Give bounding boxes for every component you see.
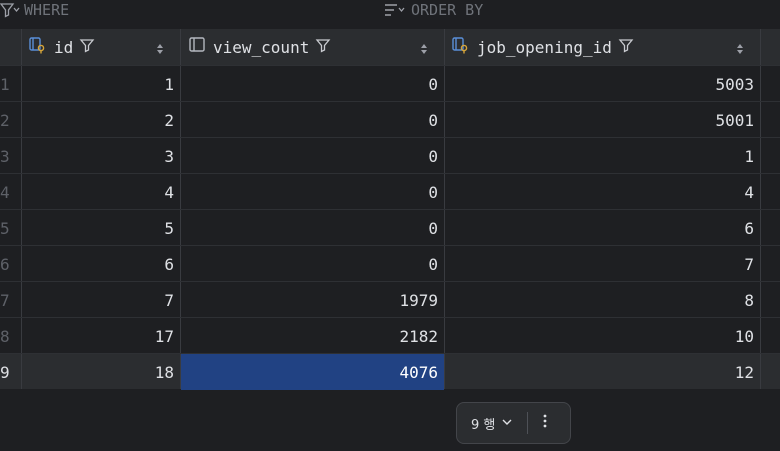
cell-job-opening-id[interactable]: 10 — [445, 318, 760, 354]
cell-id[interactable]: 1 — [22, 66, 180, 102]
cell-id[interactable]: 18 — [22, 354, 180, 390]
row-number[interactable]: 7 — [0, 282, 22, 318]
column-name-job-opening-id: job_opening_id — [477, 37, 612, 57]
cell-job-opening-id[interactable]: 12 — [445, 354, 760, 390]
row-number[interactable]: 4 — [0, 174, 22, 210]
row-number[interactable]: 1 — [0, 66, 22, 102]
table-row-selected[interactable]: 9 18 4076 12 — [0, 353, 780, 390]
vertical-dots-icon — [542, 413, 548, 433]
cell-id[interactable]: 4 — [22, 174, 180, 210]
cell-id[interactable]: 17 — [22, 318, 180, 354]
key-column-icon — [28, 36, 48, 58]
sort-lines-icon — [383, 2, 407, 18]
column-filter-icon[interactable] — [315, 37, 331, 57]
filter-icon — [0, 2, 20, 18]
cell-job-opening-id[interactable]: 5003 — [445, 66, 760, 102]
sort-toggle-icon[interactable] — [736, 40, 744, 59]
cell-id[interactable]: 5 — [22, 210, 180, 246]
where-label: WHERE — [24, 1, 70, 19]
cell-job-opening-id[interactable]: 5001 — [445, 102, 760, 138]
row-number[interactable]: 3 — [0, 138, 22, 174]
cell-id[interactable]: 7 — [22, 282, 180, 318]
table-row[interactable]: 5 5 0 6 — [0, 209, 780, 245]
cell-view-count[interactable]: 2182 — [181, 318, 444, 354]
cell-view-count[interactable]: 0 — [181, 138, 444, 174]
column-icon — [187, 36, 207, 58]
column-header-id[interactable]: id — [22, 29, 180, 65]
column-header-view-count[interactable]: view_count — [181, 29, 444, 65]
where-filter[interactable]: WHERE — [0, 0, 69, 20]
cell-id[interactable]: 3 — [22, 138, 180, 174]
table-row[interactable]: 4 4 0 4 — [0, 173, 780, 209]
cell-view-count-selected[interactable]: 4076 — [181, 354, 444, 390]
table-row[interactable]: 7 7 1979 8 — [0, 281, 780, 317]
cell-view-count[interactable]: 0 — [181, 102, 444, 138]
column-name-id: id — [54, 37, 74, 57]
row-number[interactable]: 9 — [0, 354, 22, 390]
table-row[interactable]: 2 2 0 5001 — [0, 101, 780, 137]
order-by-filter[interactable]: ORDER BY — [383, 0, 483, 20]
row-number-header — [0, 29, 22, 65]
row-number[interactable]: 6 — [0, 246, 22, 282]
cell-job-opening-id[interactable]: 8 — [445, 282, 760, 318]
cell-job-opening-id[interactable]: 1 — [445, 138, 760, 174]
sort-toggle-icon[interactable] — [156, 40, 164, 59]
row-count-label: 9 행 — [471, 417, 496, 433]
table-row[interactable]: 6 6 0 7 — [0, 245, 780, 281]
page-size-toolbar: 9 행 — [456, 402, 571, 444]
row-number[interactable]: 8 — [0, 318, 22, 354]
column-header-job-opening-id[interactable]: job_opening_id — [445, 29, 760, 65]
key-column-icon — [451, 36, 471, 58]
chevron-down-icon — [501, 416, 513, 431]
row-number[interactable]: 5 — [0, 210, 22, 246]
cell-view-count[interactable]: 0 — [181, 246, 444, 282]
cell-view-count[interactable]: 0 — [181, 66, 444, 102]
header-row: id view_count job_opening_id — [0, 29, 780, 65]
row-count-dropdown[interactable]: 9 행 — [457, 403, 513, 443]
column-filter-icon[interactable] — [618, 37, 634, 57]
row-number[interactable]: 2 — [0, 102, 22, 138]
toolbar-divider — [527, 412, 529, 434]
filter-bar: WHERE ORDER BY — [0, 0, 780, 28]
cell-view-count[interactable]: 1979 — [181, 282, 444, 318]
column-filter-icon[interactable] — [79, 37, 95, 57]
cell-job-opening-id[interactable]: 4 — [445, 174, 760, 210]
more-options-button[interactable] — [542, 413, 548, 433]
column-name-view-count: view_count — [213, 37, 310, 57]
cell-id[interactable]: 2 — [22, 102, 180, 138]
cell-view-count[interactable]: 0 — [181, 210, 444, 246]
table-row[interactable]: 1 1 0 5003 — [0, 65, 780, 101]
order-by-label: ORDER BY — [411, 1, 484, 19]
cell-job-opening-id[interactable]: 7 — [445, 246, 760, 282]
cell-id[interactable]: 6 — [22, 246, 180, 282]
cell-job-opening-id[interactable]: 6 — [445, 210, 760, 246]
table-row[interactable]: 8 17 2182 10 — [0, 317, 780, 353]
table-row[interactable]: 3 3 0 1 — [0, 137, 780, 173]
sort-toggle-icon[interactable] — [420, 40, 428, 59]
cell-view-count[interactable]: 0 — [181, 174, 444, 210]
